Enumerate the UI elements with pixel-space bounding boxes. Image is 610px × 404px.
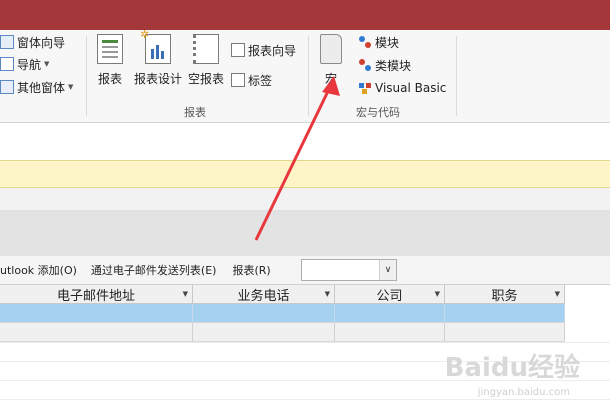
annotation-arrow xyxy=(254,76,340,241)
arrow-head xyxy=(322,76,340,96)
watermark-url: jingyan.baidu.com xyxy=(477,387,570,398)
arrow-shaft xyxy=(254,84,333,241)
watermark-logo: Baidu经验 xyxy=(444,353,580,383)
